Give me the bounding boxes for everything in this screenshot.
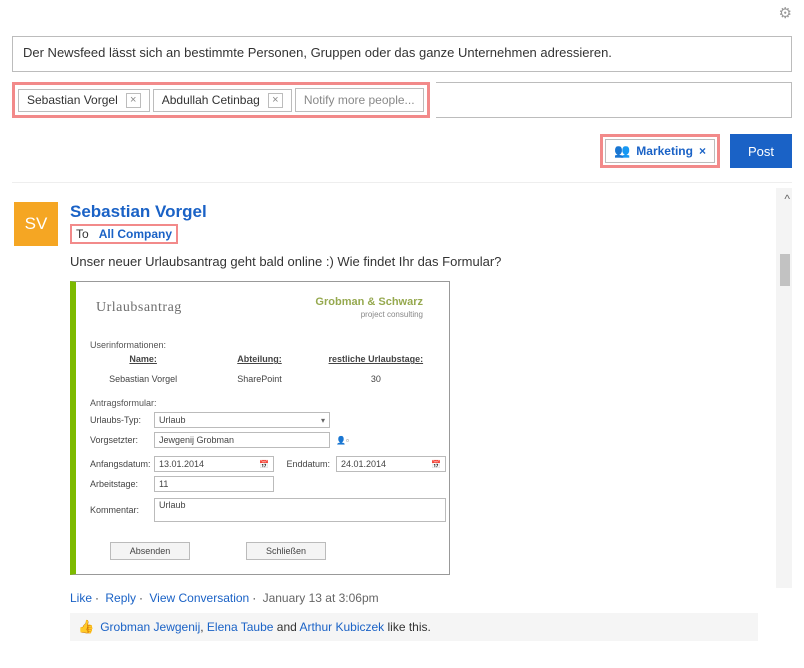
liker-link[interactable]: Arthur Kubiczek [299,620,384,634]
timestamp: January 13 at 3:06pm [263,591,379,605]
form-close-button: Schließen [246,542,326,560]
thumb-up-icon: 👍 [78,619,94,635]
liker-link[interactable]: Elena Taube [207,620,274,634]
group-chip[interactable]: 👥 Marketing × [605,139,715,163]
notify-input[interactable]: Notify more people... [295,88,424,112]
chevron-down-icon: ▾ [321,416,325,425]
author-link[interactable]: Sebastian Vorgel [70,202,758,222]
highlight-group: 👥 Marketing × [600,134,720,168]
notify-people-row: Sebastian Vorgel × Abdullah Cetinbag × N… [12,82,792,118]
post-text: Unser neuer Urlaubsantrag geht bald onli… [70,254,758,269]
scroll-up-icon[interactable]: ^ [784,192,790,206]
highlight-notify: Sebastian Vorgel × Abdullah Cetinbag × N… [12,82,430,118]
people-icon: 👥 [614,143,630,159]
gear-icon[interactable]: ⚙ [779,5,792,22]
post-actions: Like· Reply· View Conversation· January … [70,591,758,605]
person-chip[interactable]: Abdullah Cetinbag × [153,89,292,112]
view-conversation-link[interactable]: View Conversation [149,591,249,605]
person-chip[interactable]: Sebastian Vorgel × [18,89,150,112]
close-icon[interactable]: × [126,93,141,108]
calendar-icon: 📅 [259,460,269,469]
compose-textarea[interactable]: Der Newsfeed lässt sich an bestimmte Per… [12,36,792,72]
like-link[interactable]: Like [70,591,92,605]
close-icon[interactable]: × [699,144,706,158]
group-chip-label: Marketing [636,144,693,158]
chip-label: Sebastian Vorgel [27,93,118,107]
attachment-preview[interactable]: Urlaubsantrag Grobman & Schwarz project … [70,281,450,575]
liker-link[interactable]: Grobman Jewgenij [100,620,200,634]
scrollbar-thumb[interactable] [780,254,790,286]
to-target-link[interactable]: All Company [99,227,172,241]
chip-label: Abdullah Cetinbag [162,93,260,107]
notify-row-extend[interactable] [436,82,792,118]
post-button[interactable]: Post [730,134,792,168]
reply-link[interactable]: Reply [105,591,136,605]
feed-post: SV Sebastian Vorgel To All Company Unser… [14,202,772,641]
section-label: Antragsformular: [90,398,429,408]
form-title: Urlaubsantrag [96,300,182,316]
avatar: SV [14,202,58,246]
scrollbar-track[interactable]: ^ [776,188,792,588]
likes-summary: 👍 Grobman Jewgenij, Elena Taube and Arth… [70,613,758,641]
brand-logo: Grobman & Schwarz project consulting [315,296,423,320]
calendar-icon: 📅 [431,460,441,469]
to-line-highlight: To All Company [70,224,178,244]
addressbook-icon: 👤▫ [336,436,349,445]
section-label: Userinformationen: [90,340,429,350]
to-label: To [76,227,89,241]
close-icon[interactable]: × [268,93,283,108]
form-send-button: Absenden [110,542,190,560]
